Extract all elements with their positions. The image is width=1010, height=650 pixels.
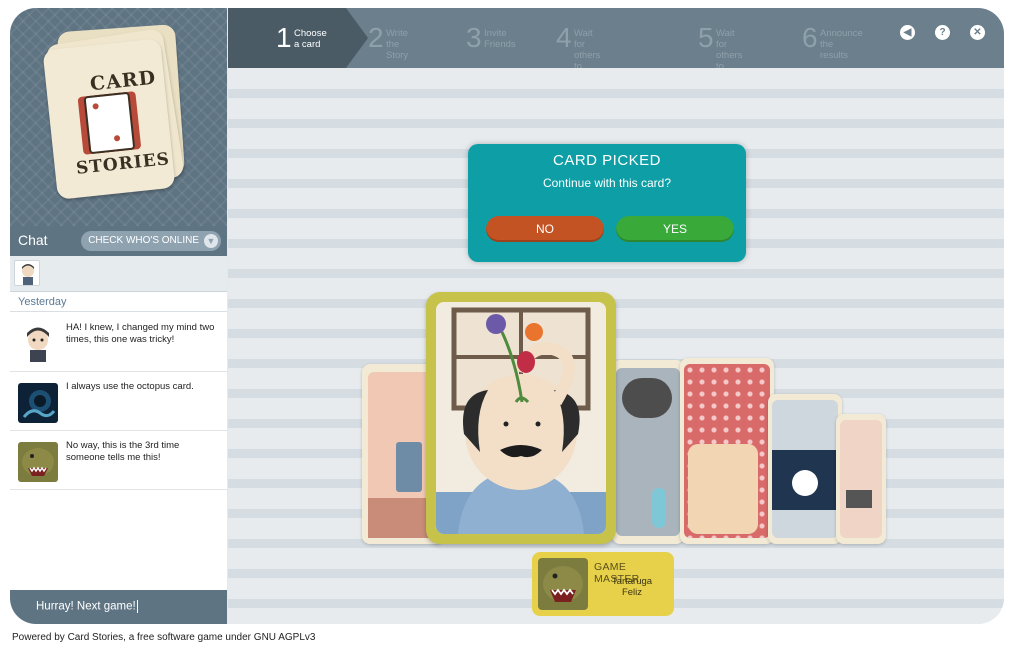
close-icon[interactable]: ✕ (970, 25, 985, 40)
card-art-shape (652, 488, 666, 528)
footer-credit: Powered by Card Stories, a free software… (12, 632, 316, 643)
logo-eye-right (113, 134, 121, 142)
no-button[interactable]: NO (486, 216, 604, 242)
chat-message: I always use the octopus card. (10, 373, 227, 431)
card-art-shape (622, 378, 672, 418)
selected-card[interactable] (426, 292, 616, 544)
card-option[interactable] (612, 360, 684, 544)
card-picked-dialog: CARD PICKED Continue with this card? NO … (468, 144, 746, 262)
selected-card-art (436, 302, 606, 534)
card-art-shape (792, 470, 818, 496)
step-number: 5 (698, 22, 714, 53)
dialog-title: CARD PICKED (552, 152, 662, 169)
chat-header: Chat CHECK WHO'S ONLINE ▼ (10, 226, 227, 256)
help-icon[interactable]: ? (935, 25, 950, 40)
chat-title: Chat (18, 232, 48, 248)
card-art-mug (684, 364, 770, 538)
step-number: 6 (802, 22, 818, 53)
chat-day-label: Yesterday (18, 296, 67, 308)
boy-avatar-icon (22, 264, 34, 285)
chat-input-text: Hurray! Next game! (36, 600, 136, 613)
step-label: Invite Friends (484, 28, 516, 50)
boy-avatar-icon (18, 324, 58, 364)
card-art-cloud (616, 368, 680, 536)
dialog-question: Continue with this card? (542, 176, 672, 190)
card-art-shape (396, 442, 422, 492)
octopus-avatar-icon (18, 383, 58, 423)
check-online-button[interactable]: CHECK WHO'S ONLINE ▼ (81, 231, 221, 251)
card-illustration (436, 302, 606, 534)
card-option[interactable] (680, 358, 774, 544)
app-window: CARD STORIES Chat CHECK WHO'S ONLINE ▼ Y… (10, 8, 1004, 624)
card-art-snowman (772, 400, 838, 538)
text-caret (136, 600, 138, 613)
step-number: 1 (276, 22, 292, 53)
chat-message-text: HA! I knew, I changed my mind two times,… (66, 322, 215, 345)
chat-message-text: I always use the octopus card. (66, 381, 194, 392)
chat-input-value: Hurray! Next game! (36, 600, 138, 613)
yes-button[interactable]: YES (616, 216, 734, 242)
chat-message-text: No way, this is the 3rd time someone tel… (66, 440, 180, 463)
step-number: 4 (556, 22, 572, 53)
step-number: 2 (368, 22, 384, 53)
logo-panel: CARD STORIES (10, 8, 227, 226)
step-label: Choose a card (294, 28, 327, 50)
chat-message: No way, this is the 3rd time someone tel… (10, 432, 227, 490)
card-art-shape (846, 490, 872, 508)
step-number: 3 (466, 22, 482, 53)
step-label: Write the Story (386, 28, 409, 61)
game-board: CARD PICKED Continue with this card? NO … (228, 68, 1004, 624)
game-master-name: Tartaruga Feliz (611, 576, 653, 598)
online-user-avatar[interactable] (14, 260, 40, 286)
card-option[interactable] (768, 394, 842, 544)
card-art-shape (688, 444, 758, 534)
game-master-badge: GAME MASTER Tartaruga Feliz (532, 552, 674, 616)
monster-avatar-icon (538, 558, 588, 610)
divider (10, 311, 227, 312)
card-option[interactable] (836, 414, 886, 544)
card-art-laptop (840, 420, 882, 538)
logo-eye-left (92, 103, 99, 110)
chat-message: HA! I knew, I changed my mind two times,… (10, 314, 227, 372)
logo-playing-card (83, 91, 136, 155)
check-online-label: CHECK WHO'S ONLINE (88, 235, 199, 246)
monster-avatar-icon (18, 442, 58, 482)
chevron-down-icon: ▼ (204, 234, 218, 248)
chat-input[interactable]: Hurray! Next game! (10, 590, 227, 624)
back-icon[interactable]: ◀ (900, 25, 915, 40)
progress-steps-bar: 1 Choose a card 2 Write the Story 3 Invi… (228, 8, 1004, 94)
left-column: CARD STORIES Chat CHECK WHO'S ONLINE ▼ Y… (10, 8, 227, 624)
online-users-strip (10, 256, 227, 292)
step-label: Announce the results (820, 28, 863, 61)
